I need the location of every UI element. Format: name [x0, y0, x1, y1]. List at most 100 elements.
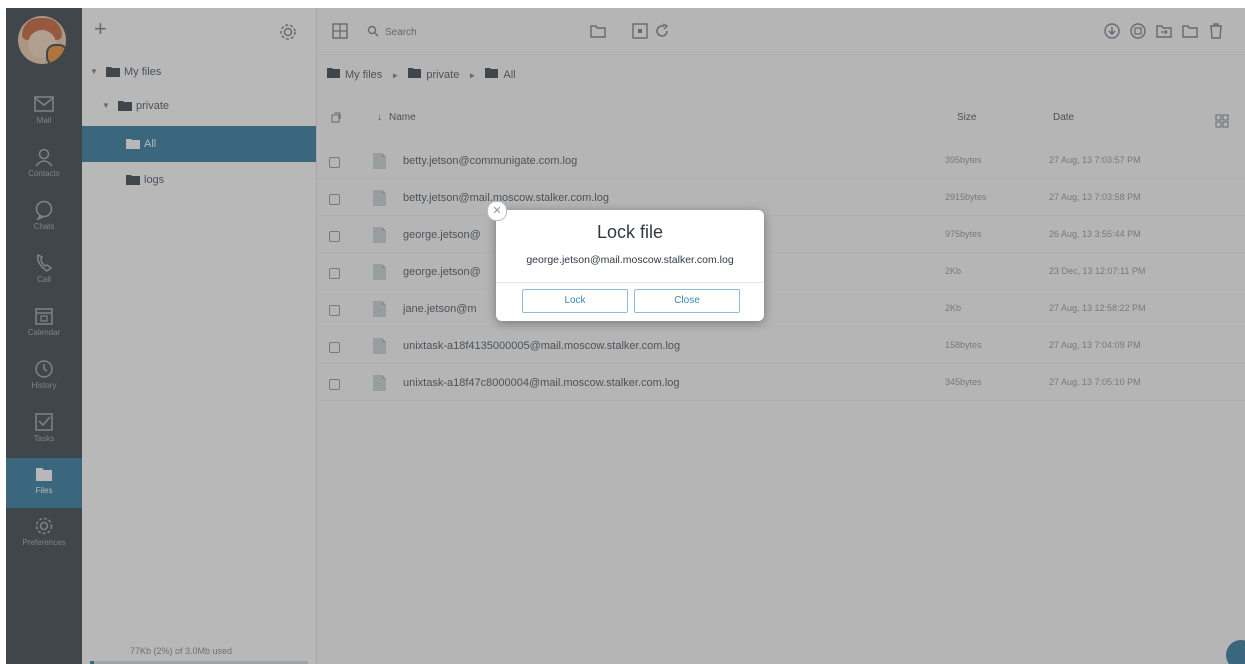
lock-button[interactable]: Lock [522, 289, 628, 313]
tree-node-label: All [144, 138, 157, 150]
table-row[interactable]: jane.jetson@m 2Kb 27 Aug, 13 12:58:22 PM [317, 294, 1245, 327]
file-name[interactable]: betty.jetson@communigate.com.log [403, 155, 577, 167]
rail-item-preferences[interactable]: Preferences [6, 510, 82, 560]
rail-item-call[interactable]: Call [6, 247, 82, 297]
file-name[interactable]: betty.jetson@mail.moscow.stalker.com.log [403, 192, 609, 204]
rail-item-tasks[interactable]: Tasks [6, 406, 82, 456]
column-header-date[interactable]: Date [1053, 112, 1074, 123]
file-date: 27 Aug, 13 7:03:57 PM [1049, 155, 1141, 165]
refresh-icon[interactable] [653, 22, 671, 40]
main-toolbar [317, 8, 1245, 55]
file-date: 23 Dec, 13 12:07:11 PM [1049, 266, 1146, 276]
file-name[interactable]: unixtask-a18f47c8000004@mail.moscow.stal… [403, 377, 680, 389]
tasks-icon [33, 412, 55, 432]
file-size: 975bytes [945, 229, 982, 239]
breadcrumb-item[interactable]: All [503, 69, 515, 81]
tree-node-label: logs [144, 174, 165, 186]
table-row[interactable]: unixtask-a18f4135000005@mail.moscow.stal… [317, 331, 1245, 364]
file-icon [373, 153, 386, 169]
file-size: 2Kb [945, 303, 962, 313]
tree-toolbar: + [82, 8, 316, 54]
rail-item-chats[interactable]: Chats [6, 194, 82, 244]
tree-node-logs[interactable]: logs [82, 164, 316, 196]
file-name[interactable]: george.jetson@ [403, 229, 481, 241]
file-name[interactable]: george.jetson@ [403, 266, 481, 278]
tree-node-my-files[interactable]: ▼ My files [82, 56, 316, 88]
file-date: 27 Aug, 13 7:03:58 PM [1049, 192, 1141, 202]
table-row[interactable]: unixtask-a18f47c8000004@mail.moscow.stal… [317, 368, 1245, 401]
tree-node-private[interactable]: ▼ private [82, 90, 316, 122]
column-header-name[interactable]: Name [389, 112, 416, 123]
column-header-size[interactable]: Size [957, 112, 976, 123]
avatar-status-badge [46, 44, 66, 64]
file-size: 158bytes [945, 340, 982, 350]
user-avatar[interactable] [18, 16, 66, 64]
new-folder-icon[interactable] [1181, 22, 1199, 40]
folder-icon [118, 101, 132, 111]
rail-item-files[interactable]: Files [6, 458, 82, 508]
rail-item-contacts[interactable]: Contacts [6, 141, 82, 191]
row-checkbox[interactable] [329, 305, 340, 316]
tree-node-label: My files [124, 66, 162, 78]
rail-item-history[interactable]: History [6, 353, 82, 403]
file-size: 2915bytes [945, 192, 987, 202]
file-icon [373, 338, 386, 354]
table-row[interactable]: betty.jetson@mail.moscow.stalker.com.log… [317, 183, 1245, 216]
table-row[interactable]: george.jetson@ 975bytes 26 Aug, 13 3:55:44… [317, 220, 1245, 253]
row-checkbox[interactable] [329, 194, 340, 205]
close-icon[interactable]: ✕ [487, 201, 507, 221]
row-checkbox[interactable] [329, 157, 340, 168]
sort-desc-icon: ↓ [377, 112, 382, 123]
breadcrumb-separator-icon: ► [468, 70, 477, 80]
file-name[interactable]: unixtask-a18f4135000005@mail.moscow.stal… [403, 340, 680, 352]
rail-item-label: Mail [36, 116, 52, 125]
tree-node-label: private [136, 100, 170, 112]
rail-item-label: Tasks [33, 434, 55, 443]
table-row[interactable]: betty.jetson@communigate.com.log 395bytes… [317, 146, 1245, 179]
rail-item-label: Calendar [27, 328, 61, 337]
rail-item-label: Contacts [28, 169, 60, 178]
dialog-title: Lock file [596, 222, 664, 242]
open-folder-icon[interactable] [589, 22, 607, 40]
download-icon[interactable] [1103, 22, 1121, 40]
trash-icon[interactable] [1207, 22, 1225, 40]
folder-icon [126, 175, 140, 185]
file-icon [373, 190, 386, 206]
folder-icon [327, 68, 340, 78]
tree-node-all[interactable]: All [82, 126, 316, 162]
row-checkbox[interactable] [329, 379, 340, 390]
select-all-icon[interactable] [331, 112, 341, 126]
file-name[interactable]: jane.jetson@m [403, 303, 477, 315]
rail-item-label: History [31, 381, 57, 390]
add-icon[interactable]: + [94, 16, 107, 42]
move-icon[interactable] [1155, 22, 1173, 40]
file-date: 27 Aug, 13 7:04:09 PM [1049, 340, 1141, 350]
file-list-panel: My files ► private ► All ↓ Name Size Dat… [317, 8, 1245, 664]
copy-icon[interactable] [1129, 22, 1147, 40]
breadcrumb-item[interactable]: My files [345, 69, 382, 81]
contacts-icon [33, 147, 55, 167]
settings-gear-icon[interactable] [278, 22, 298, 42]
breadcrumb: My files ► private ► All [327, 68, 516, 81]
breadcrumb-item[interactable]: private [426, 69, 459, 81]
upload-icon[interactable] [631, 22, 649, 40]
row-checkbox[interactable] [329, 342, 340, 353]
phone-icon [33, 253, 55, 273]
rail-item-calendar[interactable]: Calendar [6, 300, 82, 350]
collapse-icon[interactable]: ▼ [102, 101, 110, 110]
storage-quota-text: 77Kb (2%) of 3.0Mb used [130, 646, 233, 656]
table-row[interactable]: george.jetson@ 2Kb 23 Dec, 13 12:07:11 PM [317, 257, 1245, 290]
row-checkbox[interactable] [329, 231, 340, 242]
search-input[interactable] [365, 22, 587, 42]
files-icon [33, 464, 55, 484]
collapse-icon[interactable]: ▼ [90, 67, 98, 76]
app-rail: Mail Contacts Chats Call Calendar Histor… [6, 8, 82, 664]
row-checkbox[interactable] [329, 268, 340, 279]
folder-icon [408, 68, 422, 78]
grid-view-icon[interactable] [1215, 114, 1229, 128]
clock-icon [33, 359, 55, 379]
file-icon [373, 301, 386, 317]
layout-toggle-icon[interactable] [331, 22, 349, 40]
rail-item-mail[interactable]: Mail [6, 88, 82, 138]
close-button[interactable]: Close [634, 289, 740, 313]
